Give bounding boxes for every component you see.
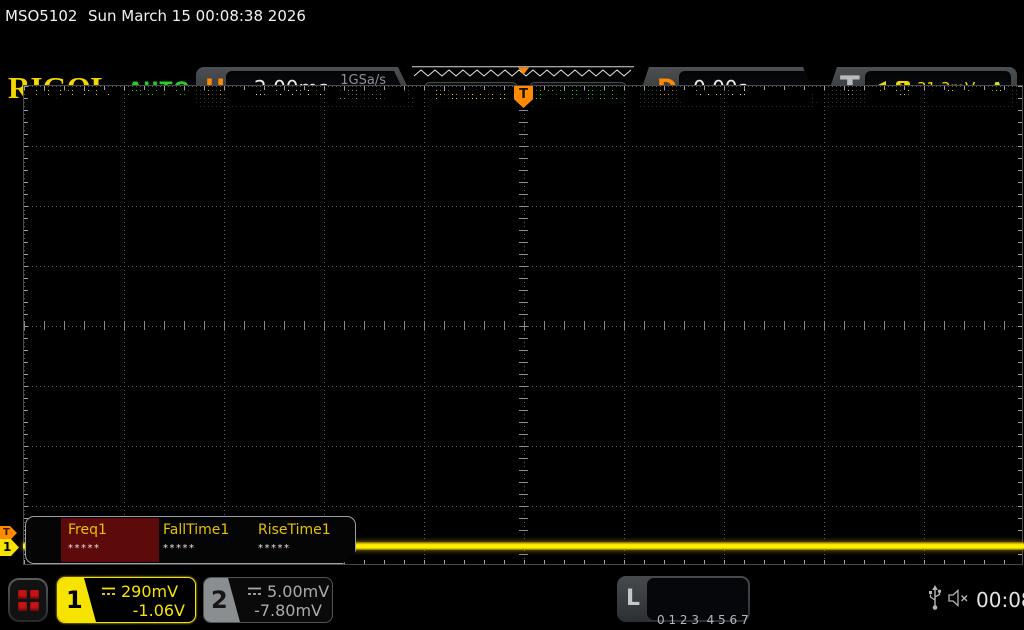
top-status-bar: MSO5102 Sun March 15 00:08:38 2026 [0,0,1024,30]
measurements-panel: Freq1 ***** FallTime1 ***** RiseTime1 **… [25,516,356,564]
model-name: MSO5102 [5,7,78,25]
datetime-label: Sun March 15 00:08:38 2026 [88,7,306,25]
channel2-offset: -7.80mV [254,601,322,620]
logic-tab-label: L [626,586,641,611]
logic-channel-numbers: 0 1 2 3 4 5 6 7 8 9 1011 12131415 [647,578,749,627]
waveform-graticule [23,85,1023,565]
uptime-clock: 00:08 [976,588,1024,612]
measurement-value: ***** [163,543,196,554]
oscilloscope-screen: MSO5102 Sun March 15 00:08:38 2026 RIGOL… [0,0,1024,630]
logic-row-0-7: 0 1 2 3 4 5 6 7 [657,613,749,627]
channel2-scale: 5.00mV [267,582,330,601]
measurement-label: RiseTime1 [258,522,331,538]
quick-menu-grid-icon [10,580,46,620]
logic-channels-block[interactable]: L 0 1 2 3 4 5 6 7 8 9 1011 12131415 [617,576,750,627]
usb-icon [929,585,942,610]
channel1-scale: 290mV [121,582,179,601]
channel1-tab[interactable]: 1 [58,578,96,622]
header-bar: RIGOL AUTO H 2.00ms 1GSa/s 20Mpts Measur… [0,30,1024,108]
trigger-level-marker[interactable]: T [0,526,17,540]
bottom-status-bar: 1 290mV -1.06V 2 5.00mV -7.80mV L 0 1 2 … [0,570,1024,630]
graticule-center-horizontal-ticks [24,321,1022,330]
waveform-preview-strip[interactable] [412,66,634,80]
dc-coupling-icon [102,587,115,595]
measurement-label: FallTime1 [163,522,230,538]
quick-menu-button[interactable] [8,578,48,622]
channel1-status-block[interactable]: 1 290mV -1.06V [57,577,196,623]
channel1-position-marker[interactable]: 1 [0,539,19,556]
channel1-offset: -1.06V [132,601,185,620]
measurement-value: ***** [68,543,101,554]
speaker-muted-icon[interactable] [947,589,971,607]
measurement-label: Freq1 [68,522,107,538]
channel2-tab[interactable]: 2 [204,578,240,622]
channel2-status-block[interactable]: 2 5.00mV -7.80mV [203,577,333,623]
dc-coupling-icon [248,587,261,595]
measurement-value: ***** [258,543,291,554]
